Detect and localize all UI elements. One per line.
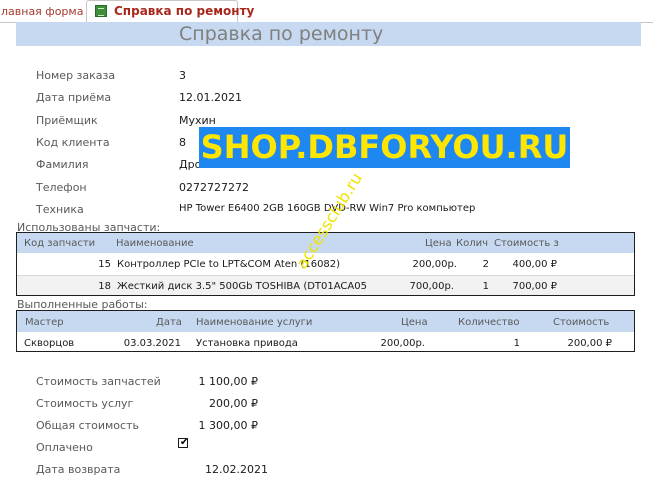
return-date-value: 12.02.2021 — [205, 463, 268, 476]
works-col-service: Наименование услуги — [196, 317, 313, 328]
part-cost: 400,00 ₽ — [512, 259, 557, 270]
work-cost: 200,00 ₽ — [567, 338, 612, 349]
table-row[interactable]: 15 Контроллер PCIe to LPT&COM Aten (1608… — [17, 253, 634, 275]
date-received-label: Дата приёма — [36, 91, 112, 104]
equipment-label: Техника — [36, 203, 84, 216]
part-qty: 1 — [482, 281, 489, 292]
part-price: 200,00р. — [377, 259, 457, 270]
tab-main-form[interactable]: лавная форма — [0, 2, 85, 21]
parts-col-price: Цена — [425, 238, 452, 249]
parts-col-code: Код запчасти — [24, 238, 96, 249]
services-cost-label: Стоимость услуг — [36, 397, 134, 410]
work-service: Установка привода — [196, 338, 298, 349]
phone-value: 0272727272 — [179, 181, 249, 194]
works-table: Мастер Дата Наименование услуги Цена Кол… — [16, 310, 635, 352]
order-number-value: 3 — [179, 69, 186, 82]
work-date: 03.03.2021 — [123, 338, 181, 349]
works-col-price: Цена — [401, 317, 428, 328]
total-cost-label: Общая стоимость — [36, 419, 139, 432]
checkmark-icon: ✔ — [180, 437, 189, 448]
parts-cost-value: 1 100,00 ₽ — [198, 375, 258, 388]
paid-label: Оплачено — [36, 441, 93, 454]
client-code-label: Код клиента — [36, 136, 110, 149]
services-cost-value: 200,00 ₽ — [209, 397, 258, 410]
surname-label: Фамилия — [36, 158, 89, 171]
works-table-header — [17, 311, 634, 332]
tab-repair-report-label: Справка по ремонту — [114, 4, 255, 18]
receiver-label: Приёмщик — [36, 114, 98, 127]
phone-label: Телефон — [36, 181, 87, 194]
return-date-label: Дата возврата — [36, 463, 121, 476]
parts-col-cost: Стоимость з — [494, 238, 559, 249]
parts-cost-label: Стоимость запчастей — [36, 375, 161, 388]
works-col-master: Мастер — [25, 317, 64, 328]
part-price: 700,00р. — [409, 281, 454, 292]
works-col-date: Дата — [156, 317, 182, 328]
total-cost-value: 1 300,00 ₽ — [198, 419, 258, 432]
table-row[interactable]: Скворцов 03.03.2021 Установка привода 20… — [17, 332, 634, 351]
tab-repair-report[interactable]: Справка по ремонту — [86, 0, 254, 23]
work-master: Скворцов — [24, 338, 75, 349]
works-col-qty: Количество — [458, 317, 520, 328]
paid-checkbox[interactable]: ✔ — [178, 438, 188, 448]
watermark-banner: SHOP.DBFORYOU.RU — [199, 127, 570, 168]
receiver-value: Мухин — [179, 114, 216, 127]
date-received-value: 12.01.2021 — [179, 91, 242, 104]
part-qty: 2 — [482, 259, 489, 270]
parts-col-qty: Колич — [456, 238, 489, 249]
part-code: 18 — [98, 281, 111, 292]
parts-col-name: Наименование — [116, 238, 194, 249]
client-code-value: 8 — [179, 136, 186, 149]
order-number-label: Номер заказа — [36, 69, 116, 82]
part-cost: 700,00 ₽ — [512, 281, 557, 292]
works-col-cost: Стоимость — [553, 317, 610, 328]
table-row[interactable]: 18 Жесткий диск 3.5" 500Gb TOSHIBA (DT01… — [17, 276, 634, 295]
report-icon — [95, 5, 107, 17]
work-qty: 1 — [513, 338, 520, 349]
part-name: Жесткий диск 3.5" 500Gb TOSHIBA (DT01ACA… — [117, 281, 367, 292]
report-title: Справка по ремонту — [179, 23, 384, 45]
work-price: 200,00р. — [380, 338, 425, 349]
part-code: 15 — [98, 259, 111, 270]
surname-value: Дро — [179, 158, 202, 171]
watermark-banner-text: SHOP.DBFORYOU.RU — [200, 128, 569, 166]
